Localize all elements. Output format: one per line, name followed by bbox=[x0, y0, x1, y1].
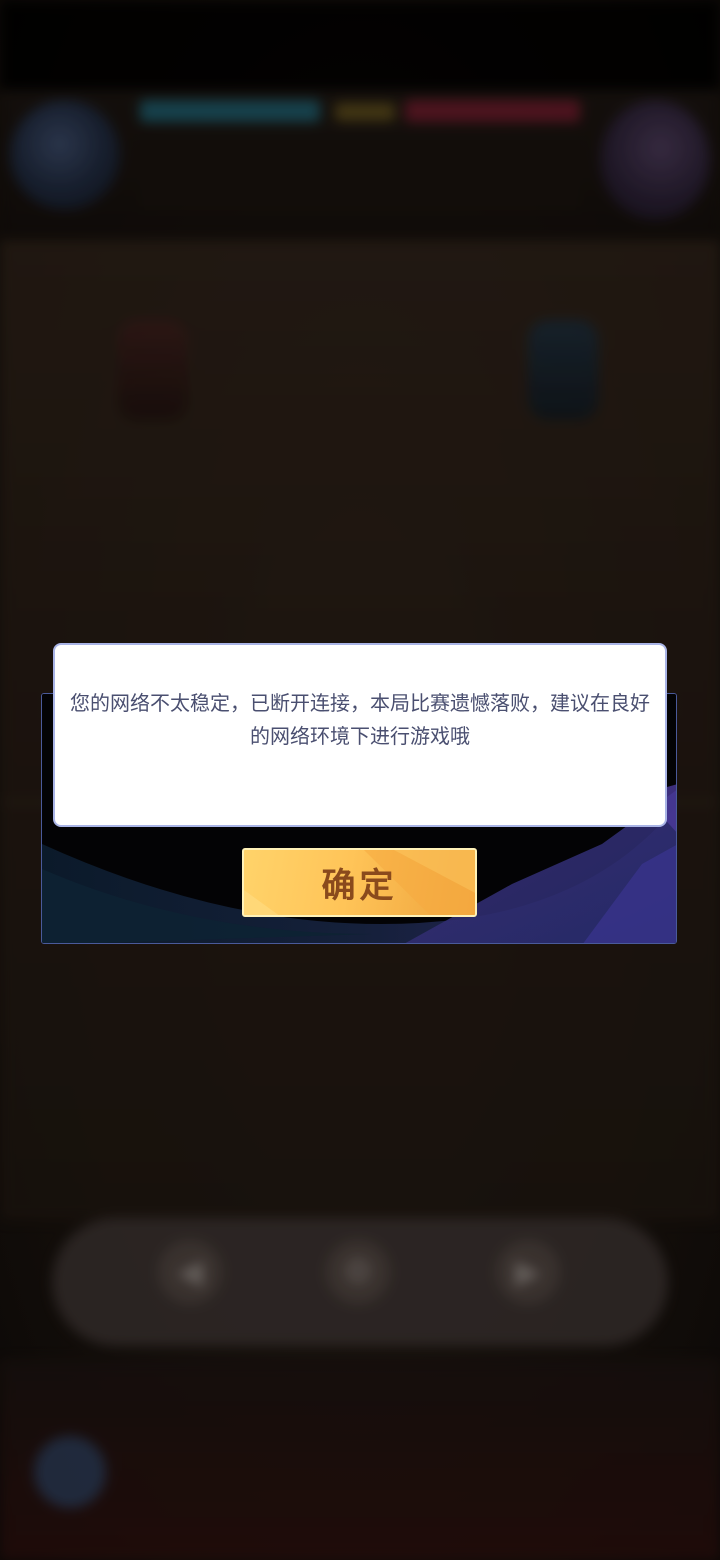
dialog-message-box: 您的网络不太稳定，已断开连接，本局比赛遗憾落败，建议在良好的网络环境下进行游戏哦 bbox=[53, 643, 667, 827]
confirm-button-label: 确定 bbox=[321, 866, 398, 906]
confirm-button[interactable]: 确定 bbox=[242, 848, 477, 917]
dialog-message: 您的网络不太稳定，已断开连接，本局比赛遗憾落败，建议在良好的网络环境下进行游戏哦 bbox=[70, 691, 650, 748]
game-screen: ◀ ⚙ ▶ 您的网络不太稳定，已断开连接，本局比赛遗憾落败，建议在良好的网络环境… bbox=[0, 0, 720, 1560]
